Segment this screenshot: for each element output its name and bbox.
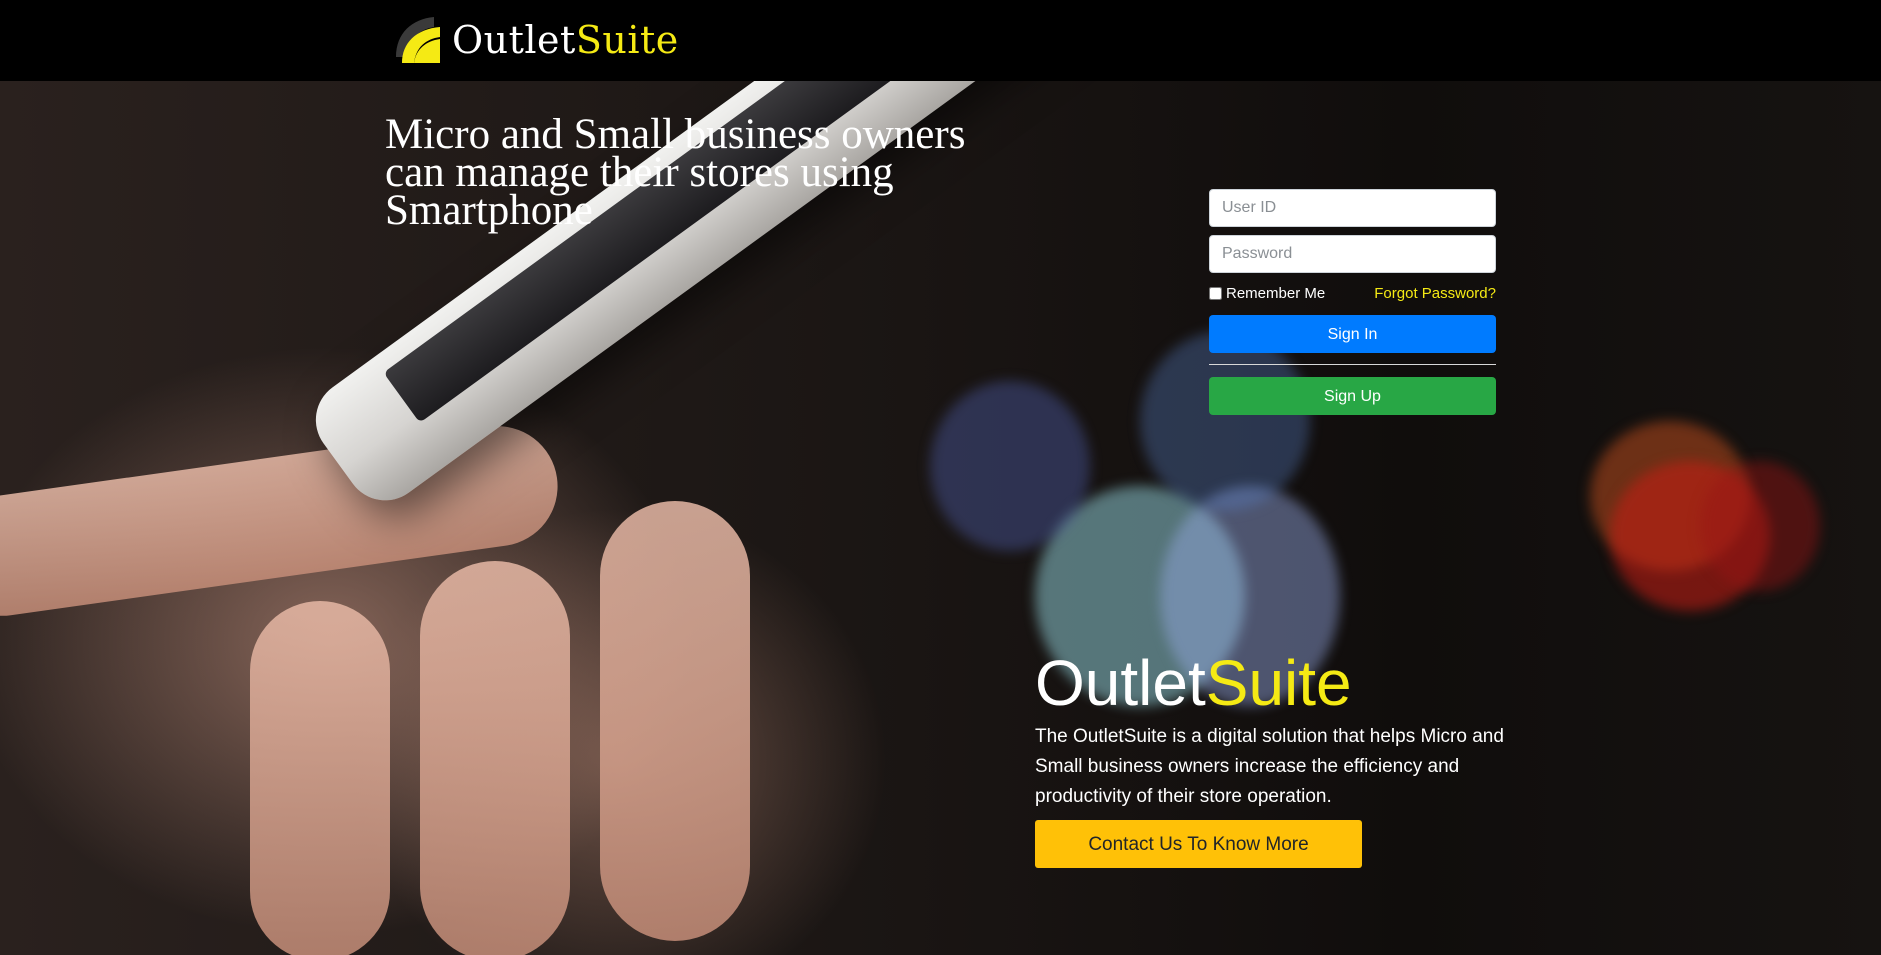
- swirl-logo-icon: [396, 17, 440, 63]
- brand-title-suite: Suite: [1205, 647, 1352, 719]
- hand-finger: [250, 601, 390, 955]
- logo-text: OutletSuite: [452, 18, 679, 62]
- sign-in-button[interactable]: Sign In: [1209, 315, 1496, 353]
- brand-description: The OutletSuite is a digital solution th…: [1035, 726, 1504, 807]
- hand-finger: [420, 561, 570, 955]
- logo-text-outlet: Outlet: [452, 18, 576, 62]
- hand-finger: [600, 501, 750, 941]
- brand-title-outlet: Outlet: [1035, 647, 1206, 719]
- forgot-password-link[interactable]: Forgot Password?: [1374, 285, 1496, 302]
- login-form: Remember Me Forgot Password? Sign In Sig…: [1209, 189, 1496, 415]
- logo-text-suite: Suite: [575, 18, 679, 62]
- remember-me-label: Remember Me: [1226, 284, 1326, 302]
- login-options-row: Remember Me Forgot Password?: [1209, 281, 1496, 305]
- remember-me-checkbox[interactable]: [1209, 286, 1222, 300]
- bokeh-light: [930, 381, 1090, 551]
- hero-headline: Micro and Small business owners can mana…: [385, 111, 966, 234]
- sign-up-button[interactable]: Sign Up: [1209, 377, 1496, 415]
- brand-info: OutletSuite The OutletSuite is a digital…: [1035, 648, 1505, 868]
- form-divider: [1209, 364, 1496, 365]
- brand-title: OutletSuite: [1035, 648, 1505, 718]
- remember-me[interactable]: Remember Me: [1209, 285, 1325, 302]
- contact-us-button[interactable]: Contact Us To Know More: [1035, 820, 1362, 868]
- bokeh-light: [1700, 461, 1820, 591]
- user-id-input[interactable]: [1209, 189, 1496, 227]
- top-navbar: OutletSuite: [0, 0, 1881, 81]
- password-input[interactable]: [1209, 235, 1496, 273]
- brand-logo[interactable]: OutletSuite: [390, 10, 679, 70]
